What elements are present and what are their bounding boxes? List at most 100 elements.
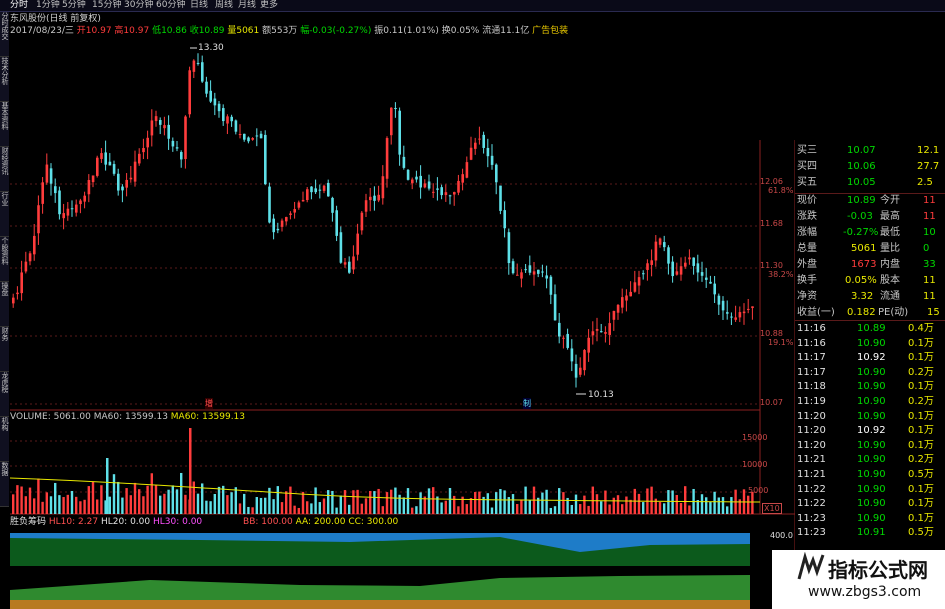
candle-body: [528, 265, 532, 273]
volume-bar: [167, 489, 170, 514]
candle-body: [461, 174, 464, 183]
candle-body: [541, 271, 544, 273]
volume-bar: [276, 486, 279, 514]
candle-body: [112, 164, 116, 174]
volume-bar: [163, 493, 166, 514]
candle-body: [738, 312, 742, 318]
volume-bar: [453, 495, 456, 514]
candle-body: [335, 210, 338, 236]
volume-bar: [474, 492, 477, 514]
volume-bar: [343, 490, 347, 514]
tick-time: 11:23: [797, 512, 826, 524]
volume-bar: [402, 497, 405, 514]
order-volume: 27.7: [917, 161, 940, 172]
candle-body: [331, 197, 334, 213]
volume-bar: [213, 493, 216, 514]
price-axis-10-07: 10.07: [760, 398, 783, 407]
order-label: 买四: [797, 161, 817, 172]
candle-body: [33, 235, 36, 255]
quote-value: 3.32: [851, 291, 874, 302]
volume-bar: [700, 494, 704, 514]
candle-body: [742, 311, 746, 314]
candle-body: [243, 133, 246, 140]
candle-body: [402, 156, 406, 168]
volume-bar: [612, 497, 615, 514]
indicator-aa: AA: 200.00: [295, 517, 346, 527]
volume-bar: [96, 499, 99, 514]
volume-bar: [70, 490, 74, 514]
candle-body: [75, 204, 78, 213]
quote-label: 总量: [797, 243, 817, 254]
candle-body: [415, 176, 418, 180]
order-price: 10.05: [847, 177, 876, 188]
candle-body: [125, 179, 128, 188]
candle-body: [184, 116, 187, 160]
candle-body: [692, 257, 695, 266]
candle-body: [96, 157, 99, 176]
tick-row: 11:19 10.90 0.2万: [795, 395, 945, 410]
event-marker-a[interactable]: 增: [205, 398, 213, 409]
volume-bar: [154, 484, 158, 514]
candle-body: [495, 164, 498, 183]
candle-body: [600, 331, 603, 333]
vol-axis-15000: 15000: [742, 433, 768, 442]
indicator-bb: BB: 100.00: [243, 517, 293, 527]
candle-body: [192, 60, 196, 72]
panel-divider-bottom: [795, 320, 945, 321]
volume-bar: [457, 506, 460, 514]
event-marker-b[interactable]: 制: [523, 398, 531, 409]
quote-row-netasset: 净资 3.32 流通 11: [795, 290, 945, 304]
candle-body: [503, 210, 506, 229]
candle-body: [108, 161, 112, 166]
vol-axis-unit: X10: [762, 503, 782, 514]
tick-time: 11:20: [797, 410, 826, 422]
volume-bar: [625, 496, 628, 514]
volume-bar: [616, 495, 620, 514]
candle-body: [364, 200, 368, 212]
volume-bar: [331, 490, 334, 514]
candle-body: [356, 233, 359, 255]
volume-bar: [373, 491, 376, 514]
candle-body: [171, 140, 175, 147]
candle-body: [66, 208, 70, 216]
candle-body: [142, 148, 145, 153]
candle-body: [486, 147, 490, 157]
candle-body: [621, 297, 624, 308]
candle-body: [591, 331, 595, 336]
volume-bar: [465, 504, 468, 514]
candle-body: [104, 152, 107, 165]
tick-volume: 0.1万: [908, 425, 934, 437]
tick-volume: 0.4万: [908, 323, 934, 334]
volume-bar: [608, 504, 611, 514]
quote-label: 涨跌: [797, 211, 817, 222]
volume-bar: [45, 492, 48, 514]
candle-body: [289, 213, 292, 215]
candle-body: [381, 176, 385, 199]
volume-bar: [709, 501, 712, 514]
quote-value: 10.89: [847, 195, 876, 206]
candle-body: [688, 257, 691, 260]
volume-bar: [406, 488, 410, 514]
candle-body: [583, 350, 586, 371]
quote-row-total-vol: 总量 5061 量比 0: [795, 242, 945, 256]
candle-body: [343, 262, 347, 265]
tick-time: 11:17: [797, 366, 826, 378]
quote-value: 5061: [851, 243, 877, 254]
volume-bar: [595, 494, 599, 514]
volume-bar: [499, 489, 502, 514]
quote-label: 现价: [797, 195, 817, 206]
volume-bar: [230, 492, 233, 514]
volume-spike: [106, 458, 109, 514]
tick-row: 11:17 10.90 0.2万: [795, 366, 945, 381]
volume-bar: [747, 495, 750, 514]
tick-time: 11:20: [797, 425, 826, 437]
tick-volume: 0.5万: [908, 527, 934, 539]
quote-label: 换手: [797, 275, 817, 286]
tick-time: 11:21: [797, 454, 826, 466]
volume-bar: [688, 505, 691, 514]
tick-row: 11:16 10.90 0.1万: [795, 337, 945, 352]
candle-body: [625, 295, 628, 301]
volume-bar: [562, 492, 565, 514]
candle-body: [180, 152, 183, 160]
tick-volume: 0.2万: [908, 396, 934, 407]
